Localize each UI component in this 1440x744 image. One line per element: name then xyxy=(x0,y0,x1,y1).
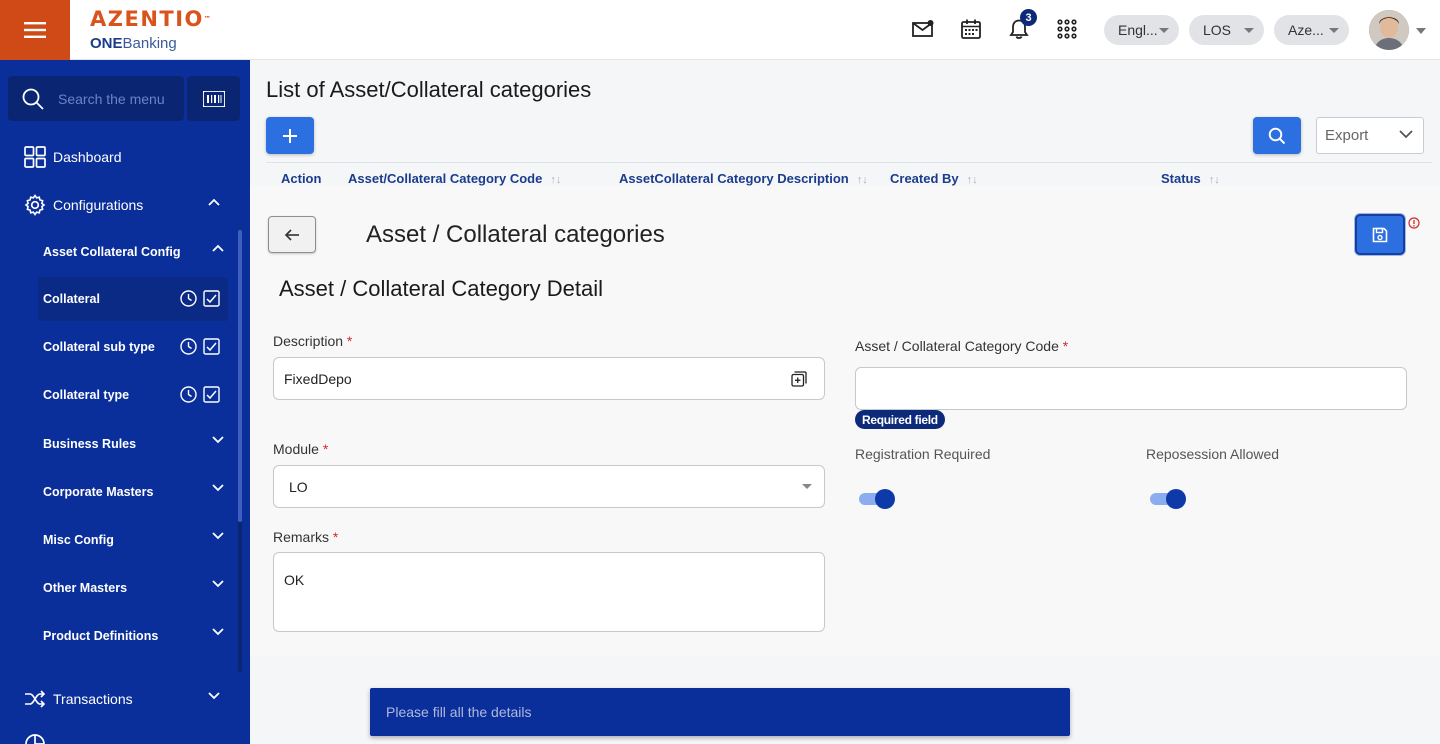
registration-required-toggle[interactable] xyxy=(859,487,895,511)
calendar-icon[interactable] xyxy=(957,15,985,43)
checkbox-icon[interactable] xyxy=(203,338,220,355)
chevron-down-icon xyxy=(212,628,224,636)
clock-icon[interactable] xyxy=(180,290,197,307)
export-select[interactable]: Export xyxy=(1316,117,1424,154)
sidebar-item-misc-config[interactable]: Misc Config xyxy=(38,518,228,562)
clock-icon[interactable] xyxy=(180,386,197,403)
page-title: List of Asset/Collateral categories xyxy=(266,77,592,102)
section-title: Asset / Collateral Category Detail xyxy=(279,276,604,301)
chevron-down-icon xyxy=(212,580,224,588)
sidebar: Dashboard Configurations Asset Collatera… xyxy=(0,60,250,744)
chevron-down-icon xyxy=(212,532,224,540)
apps-grid-icon[interactable] xyxy=(1053,15,1081,43)
user-menu-caret-icon[interactable] xyxy=(1416,28,1426,34)
chevron-down-icon xyxy=(802,484,812,489)
notification-count-badge: 3 xyxy=(1020,9,1037,26)
column-header-created-by[interactable]: Created By ↑↓ xyxy=(890,171,978,186)
column-header-category-description[interactable]: AssetCollateral Category Description ↑↓ xyxy=(619,171,868,186)
clock-icon[interactable] xyxy=(180,338,197,355)
error-alert-icon xyxy=(1408,217,1420,229)
top-bar: AZENTIO™ ONEBanking 3 Engl... LOS Aze... xyxy=(0,0,1440,60)
category-code-input[interactable] xyxy=(855,367,1407,410)
category-code-label: Asset / Collateral Category Code * xyxy=(855,338,1069,354)
search-icon xyxy=(1268,127,1286,144)
sidebar-item-corporate-masters[interactable]: Corporate Masters xyxy=(38,470,228,514)
sidebar-item-business-rules[interactable]: Business Rules xyxy=(38,422,228,466)
column-header-action[interactable]: Action xyxy=(281,171,321,186)
detail-title: Asset / Collateral categories xyxy=(366,221,665,248)
remarks-textarea[interactable]: OK xyxy=(273,552,825,632)
sidebar-item-asset-collateral-config[interactable]: Asset Collateral Config xyxy=(38,230,228,274)
arrow-left-icon xyxy=(284,228,299,241)
chevron-up-icon xyxy=(208,198,220,206)
sidebar-scrollbar-thumb[interactable] xyxy=(238,230,242,522)
repossession-allowed-label: Reposession Allowed xyxy=(1146,446,1280,462)
sidebar-item-product-definitions[interactable]: Product Definitions xyxy=(38,614,228,658)
toast-message: Please fill all the details xyxy=(370,688,1070,736)
column-header-status[interactable]: Status ↑↓ xyxy=(1161,171,1220,186)
sidebar-item-configurations[interactable]: Configurations xyxy=(24,193,234,217)
save-button[interactable] xyxy=(1355,214,1405,255)
description-label: Description * xyxy=(273,333,353,349)
save-icon xyxy=(1372,227,1388,242)
menu-toggle-button[interactable] xyxy=(0,0,70,60)
azentio-logo: AZENTIO™ ONEBanking xyxy=(90,7,211,52)
barcode-icon xyxy=(202,90,225,107)
sidebar-item-collateral[interactable]: Collateral xyxy=(38,277,228,321)
plus-icon xyxy=(283,128,297,143)
sidebar-item-dashboard[interactable]: Dashboard xyxy=(24,145,234,169)
gear-icon xyxy=(24,194,46,216)
sort-icon[interactable]: ↑↓ xyxy=(1209,174,1220,186)
user-avatar[interactable] xyxy=(1369,10,1409,50)
column-header-category-code[interactable]: Asset/Collateral Category Code ↑↓ xyxy=(348,171,561,186)
notification-bell-icon[interactable]: 3 xyxy=(1005,9,1037,43)
chevron-down-icon xyxy=(1329,28,1339,33)
table-header: Action Asset/Collateral Category Code ↑↓ … xyxy=(266,162,1432,186)
sidebar-item-other-masters[interactable]: Other Masters xyxy=(38,566,228,610)
remarks-label: Remarks * xyxy=(273,529,339,545)
menu-search xyxy=(8,76,184,121)
chevron-down-icon xyxy=(1399,130,1413,139)
language-select[interactable]: Engl... xyxy=(1104,15,1179,45)
search-button[interactable] xyxy=(1253,117,1301,154)
barcode-scan-button[interactable] xyxy=(187,76,240,121)
sort-icon[interactable]: ↑↓ xyxy=(857,174,868,186)
menu-search-input[interactable] xyxy=(58,90,178,107)
mail-icon[interactable] xyxy=(909,15,937,43)
sidebar-item-reports-partial[interactable] xyxy=(24,732,234,744)
shuffle-icon xyxy=(24,688,46,710)
chevron-down-icon xyxy=(208,692,220,700)
description-input[interactable] xyxy=(273,357,825,400)
module-select[interactable]: LO xyxy=(273,465,825,508)
chevron-down-icon xyxy=(1244,28,1254,33)
chevron-down-icon xyxy=(1159,28,1169,33)
sidebar-item-collateral-sub-type[interactable]: Collateral sub type xyxy=(38,325,228,369)
entity-select[interactable]: Aze... xyxy=(1274,15,1349,45)
module-label: Module * xyxy=(273,441,329,457)
chevron-up-icon xyxy=(212,244,224,252)
back-button[interactable] xyxy=(268,216,316,253)
registration-required-label: Registration Required xyxy=(855,446,991,462)
dashboard-icon xyxy=(24,146,46,168)
chart-pie-icon xyxy=(24,733,46,744)
translate-icon[interactable] xyxy=(791,371,807,387)
add-button[interactable] xyxy=(266,117,314,154)
checkbox-icon[interactable] xyxy=(203,290,220,307)
repossession-allowed-toggle[interactable] xyxy=(1150,487,1186,511)
chevron-down-icon xyxy=(212,484,224,492)
search-icon xyxy=(22,88,44,110)
module-select[interactable]: LOS xyxy=(1189,15,1264,45)
sort-icon[interactable]: ↑↓ xyxy=(967,174,978,186)
sidebar-item-transactions[interactable]: Transactions xyxy=(24,687,234,711)
sort-icon[interactable]: ↑↓ xyxy=(550,174,561,186)
chevron-down-icon xyxy=(212,436,224,444)
hamburger-icon xyxy=(24,22,46,38)
checkbox-icon[interactable] xyxy=(203,386,220,403)
sidebar-item-collateral-type[interactable]: Collateral type xyxy=(38,373,228,417)
required-field-badge: Required field xyxy=(855,410,945,429)
